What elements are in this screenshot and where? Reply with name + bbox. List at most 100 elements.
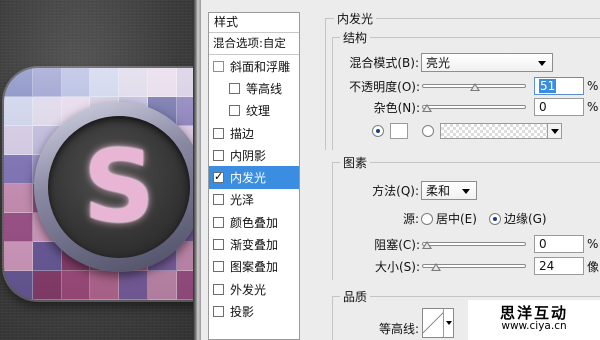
style-item[interactable]: 颜色叠加: [209, 211, 299, 233]
opacity-slider[interactable]: [422, 81, 526, 91]
source-row: 源: 居中(E) 边缘(G): [318, 210, 547, 227]
icon-letter: S: [82, 128, 156, 245]
opacity-row: 不透明度(O): 51 %: [318, 77, 598, 95]
style-item[interactable]: 内发光: [209, 166, 299, 189]
source-center-radio[interactable]: [421, 212, 433, 225]
style-item-label: 斜面和浮雕: [230, 59, 291, 74]
choke-slider-thumb[interactable]: [422, 241, 432, 249]
style-checkbox[interactable]: [213, 60, 224, 72]
styles-header[interactable]: 样式: [209, 13, 299, 33]
contour-row: 等高线:: [318, 308, 454, 338]
blend-mode-row: 混合模式(B): 亮光: [318, 53, 553, 72]
blend-mode-label: 混合模式(B):: [349, 56, 419, 70]
style-item-label: 光泽: [230, 193, 255, 208]
style-item-label: 内发光: [230, 171, 267, 186]
source-center-label[interactable]: 居中(E): [436, 210, 477, 227]
noise-slider-thumb[interactable]: [422, 104, 432, 112]
style-checkbox[interactable]: [213, 239, 224, 251]
chevron-down-icon: [538, 61, 546, 66]
opacity-input[interactable]: 51: [534, 77, 584, 95]
chevron-down-icon: [462, 189, 470, 194]
source-edge-label[interactable]: 边缘(G): [504, 210, 547, 227]
style-checkbox[interactable]: [213, 283, 224, 295]
style-item[interactable]: 描边: [209, 122, 299, 144]
source-label: 源:: [402, 212, 419, 226]
structure-legend: 结构: [340, 29, 371, 46]
blend-mode-value: 亮光: [426, 56, 451, 70]
contour-curve-icon[interactable]: [423, 309, 443, 337]
choke-input[interactable]: 0: [534, 235, 584, 253]
styles-list: 样式 混合选项:自定 斜面和浮雕等高线纹理描边内阴影内发光光泽颜色叠加渐变叠加图…: [208, 12, 300, 340]
style-item-label: 渐变叠加: [230, 238, 279, 253]
method-select[interactable]: 柔和: [421, 181, 477, 200]
method-value: 柔和: [426, 184, 451, 198]
size-unit: 像: [587, 259, 600, 274]
style-checkbox[interactable]: [213, 261, 224, 273]
style-item[interactable]: 投影: [209, 300, 299, 322]
layer-style-dialog: 样式 混合选项:自定 斜面和浮雕等高线纹理描边内阴影内发光光泽颜色叠加渐变叠加图…: [201, 0, 600, 340]
quality-legend: 品质: [340, 288, 371, 305]
noise-slider[interactable]: [422, 102, 526, 112]
gradient-preview[interactable]: [441, 124, 547, 138]
chevron-down-icon[interactable]: [443, 309, 453, 337]
size-slider-thumb[interactable]: [431, 263, 441, 271]
canvas-window-edge: [193, 0, 201, 340]
style-item[interactable]: 内阴影: [209, 144, 299, 166]
blend-mode-select[interactable]: 亮光: [421, 53, 553, 72]
method-row: 方法(Q): 柔和: [318, 181, 477, 200]
style-item-label: 图案叠加: [230, 260, 279, 275]
opacity-label: 不透明度(O):: [349, 79, 420, 94]
app-icon-artwork: S: [4, 68, 196, 300]
style-item[interactable]: 外发光: [209, 278, 299, 300]
gradient-radio[interactable]: [422, 125, 434, 137]
style-checkbox[interactable]: [213, 170, 224, 184]
method-label: 方法(Q):: [372, 184, 419, 198]
style-items: 斜面和浮雕等高线纹理描边内阴影内发光光泽颜色叠加渐变叠加图案叠加外发光投影: [209, 55, 299, 323]
contour-picker[interactable]: [422, 308, 454, 338]
noise-label: 杂色(N):: [373, 100, 420, 115]
elements-legend: 图素: [340, 154, 371, 171]
style-checkbox[interactable]: [213, 305, 224, 317]
choke-slider[interactable]: [422, 239, 526, 249]
style-checkbox[interactable]: [213, 194, 224, 206]
noise-row: 杂色(N): 0 %: [318, 98, 598, 116]
opacity-value: 51: [539, 79, 557, 93]
chevron-down-icon[interactable]: [547, 124, 561, 138]
style-item-label: 等高线: [246, 81, 283, 96]
style-item[interactable]: 光泽: [209, 189, 299, 211]
choke-unit: %: [587, 237, 599, 251]
style-item[interactable]: 纹理: [209, 100, 299, 122]
style-checkbox[interactable]: [213, 216, 224, 228]
style-item[interactable]: 斜面和浮雕: [209, 55, 299, 77]
glow-color-swatch[interactable]: [390, 123, 408, 139]
watermark: 思洋互动 www.ciya.cn: [468, 300, 600, 340]
style-checkbox[interactable]: [213, 149, 224, 161]
solid-color-radio[interactable]: [372, 125, 384, 137]
size-slider[interactable]: [422, 261, 526, 271]
style-item-label: 颜色叠加: [230, 215, 279, 230]
contour-label: 等高线:: [378, 321, 419, 336]
style-item-label: 内阴影: [230, 148, 267, 163]
size-input[interactable]: 24: [534, 257, 584, 275]
blending-options-item[interactable]: 混合选项:自定: [209, 33, 299, 55]
document-canvas: S: [0, 0, 196, 340]
opacity-slider-thumb[interactable]: [470, 83, 480, 91]
style-item[interactable]: 等高线: [209, 77, 299, 99]
source-edge-radio[interactable]: [488, 212, 501, 225]
panel-title: 内发光: [334, 10, 377, 27]
opacity-unit: %: [587, 79, 599, 93]
size-label: 大小(S):: [374, 259, 420, 274]
gradient-picker[interactable]: [440, 123, 562, 139]
style-checkbox[interactable]: [229, 82, 240, 94]
style-item-label: 描边: [230, 126, 255, 141]
style-item-label: 外发光: [230, 282, 267, 297]
choke-label: 阻塞(C):: [374, 237, 420, 252]
style-checkbox[interactable]: [229, 105, 240, 117]
style-item[interactable]: 渐变叠加: [209, 233, 299, 255]
choke-row: 阻塞(C): 0 %: [318, 235, 598, 253]
noise-input[interactable]: 0: [534, 98, 584, 116]
style-checkbox[interactable]: [213, 127, 224, 139]
size-row: 大小(S): 24 像: [318, 257, 599, 275]
style-item[interactable]: 图案叠加: [209, 256, 299, 278]
watermark-url: www.ciya.cn: [501, 320, 567, 332]
